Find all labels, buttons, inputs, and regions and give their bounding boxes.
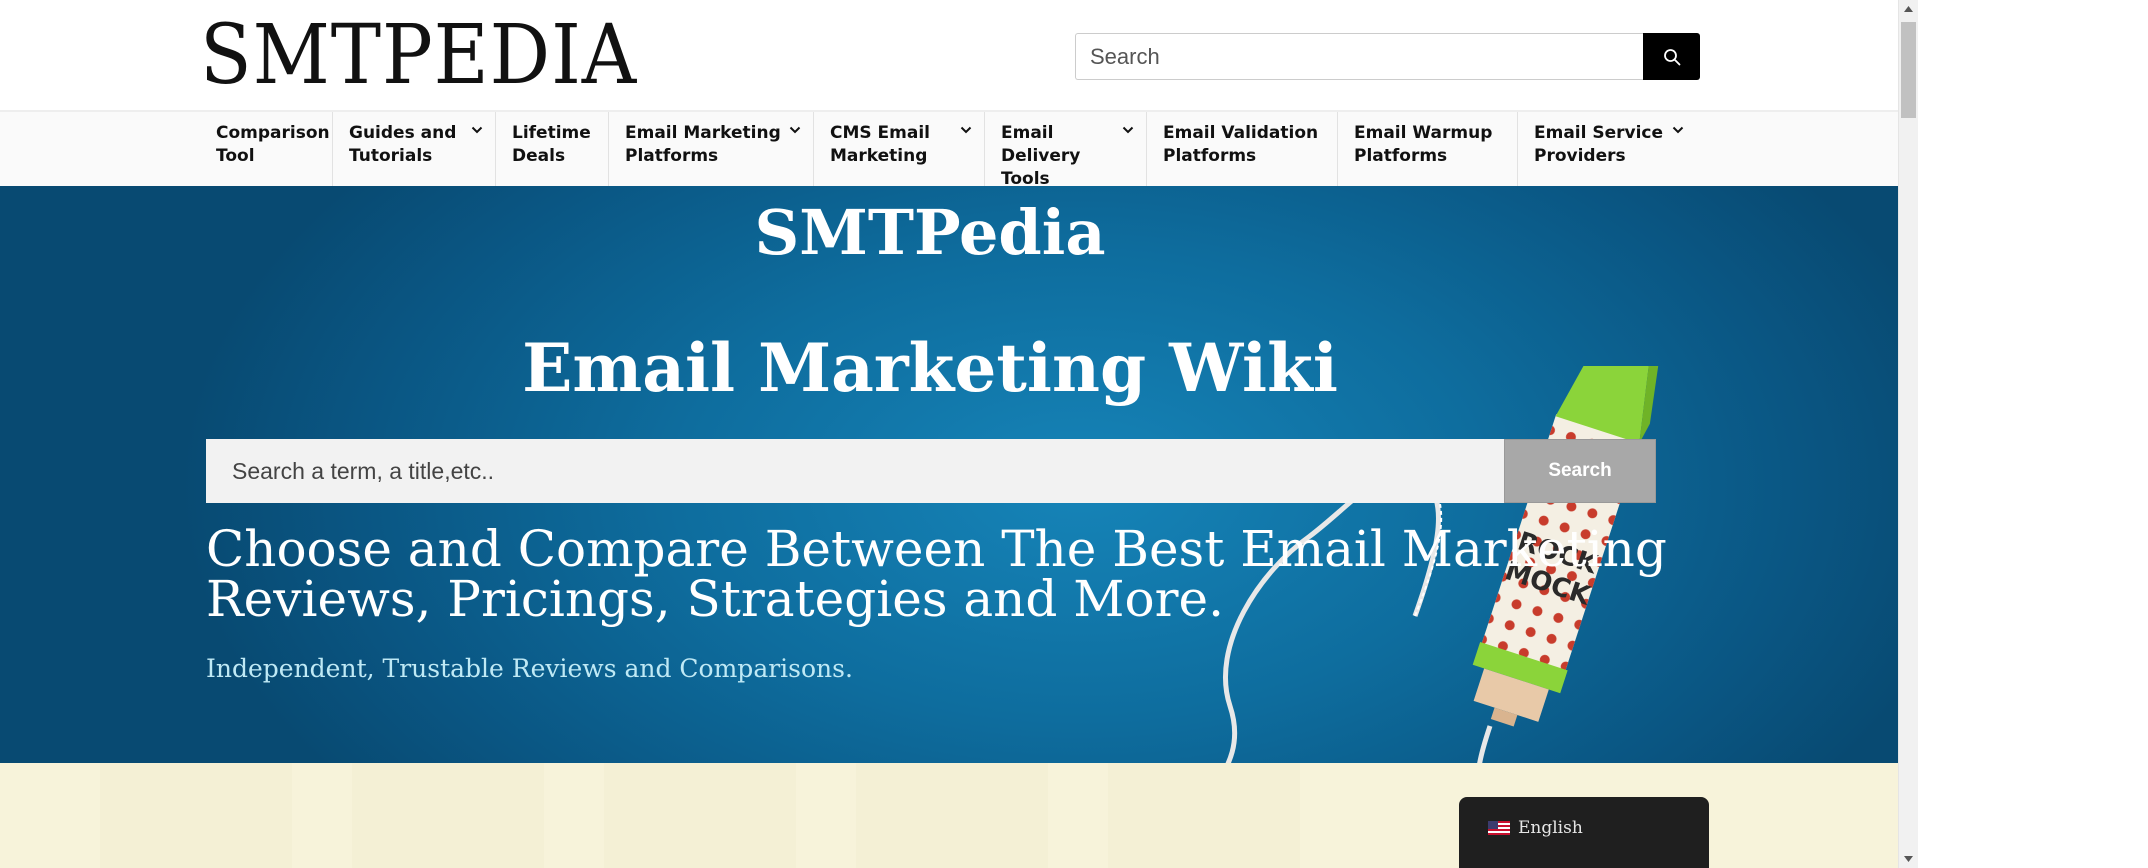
- search-icon: [1663, 48, 1680, 65]
- hero-tagline: Independent, Trustable Reviews and Compa…: [206, 654, 853, 683]
- site-logo[interactable]: SMTPEDIA: [200, 6, 637, 106]
- us-flag-icon: [1488, 821, 1510, 835]
- chevron-down-icon: [471, 126, 483, 134]
- nav-item-lifetime-deals[interactable]: Lifetime Deals: [496, 112, 609, 186]
- scroll-up-arrow[interactable]: [1899, 0, 1918, 18]
- nav-label-line2: Platforms: [1354, 146, 1448, 166]
- page-scrollbar[interactable]: [1898, 0, 1918, 868]
- chevron-down-icon: [1672, 126, 1684, 134]
- nav-label-line2: Tool: [216, 146, 255, 166]
- nav-item-email-validation-platforms[interactable]: Email Validation Platforms: [1147, 112, 1338, 186]
- hero-title: SMTPedia: [754, 196, 1106, 269]
- nav-label-line2: Providers: [1534, 146, 1626, 166]
- chevron-down-icon: [1122, 126, 1134, 134]
- nav-label-line2: Marketing: [830, 146, 928, 166]
- nav-label-line1: Email Marketing: [625, 123, 781, 143]
- language-label: English: [1518, 818, 1583, 838]
- header-search-button[interactable]: [1643, 33, 1700, 80]
- chevron-down-icon: [960, 126, 972, 134]
- nav-label-line1: Lifetime: [512, 123, 591, 143]
- hero-headline: Choose and Compare Between The Best Emai…: [206, 520, 1667, 628]
- nav-label-line1: Email Warmup: [1354, 123, 1493, 143]
- header-search: [1075, 33, 1700, 80]
- hero-search-input[interactable]: [206, 439, 1504, 503]
- header-search-input[interactable]: [1075, 33, 1643, 80]
- nav-label-line1: Comparison: [216, 123, 330, 143]
- language-switcher[interactable]: English: [1459, 797, 1709, 868]
- arrow-down-icon: [1904, 856, 1913, 862]
- nav-label-line1: Email Service: [1534, 123, 1664, 143]
- main-nav: Comparison Tool Guides and Tutorials Lif…: [0, 112, 1898, 189]
- nav-item-email-service-providers[interactable]: Email Service Providers: [1518, 112, 1696, 186]
- chevron-down-icon: [789, 126, 801, 134]
- nav-item-cms-email-marketing[interactable]: CMS Email Marketing: [814, 112, 985, 186]
- nav-item-email-delivery-tools[interactable]: Email Delivery Tools: [985, 112, 1147, 189]
- nav-label-line2: Deals: [512, 146, 566, 166]
- arrow-up-icon: [1904, 6, 1913, 12]
- hero-subtitle: Email Marketing Wiki: [522, 329, 1338, 407]
- hero-banner: ROCK MOCK SMTPedia Email Marketing Wiki …: [0, 186, 1898, 763]
- nav-label-line1: Email: [1001, 123, 1054, 143]
- nav-label-line1: CMS Email: [830, 123, 931, 143]
- nav-label-line1: Email Validation: [1163, 123, 1319, 143]
- scrollbar-thumb[interactable]: [1901, 22, 1916, 118]
- nav-label-line2: Tutorials: [349, 146, 433, 166]
- nav-label-line2: Platforms: [1163, 146, 1257, 166]
- nav-item-email-marketing-platforms[interactable]: Email Marketing Platforms: [609, 112, 814, 186]
- hero-search-button[interactable]: Search: [1504, 439, 1656, 503]
- nav-label-line2: Platforms: [625, 146, 719, 166]
- site-header: SMTPEDIA: [0, 0, 1898, 112]
- hero-search: Search: [206, 439, 1656, 503]
- scroll-down-arrow[interactable]: [1899, 850, 1918, 868]
- nav-item-email-warmup-platforms[interactable]: Email Warmup Platforms: [1338, 112, 1518, 186]
- nav-item-guides-and-tutorials[interactable]: Guides and Tutorials: [333, 112, 496, 186]
- content-placeholder: [100, 763, 1300, 868]
- nav-label-line1: Guides and: [349, 123, 457, 143]
- nav-label-line2: Delivery Tools: [1001, 146, 1081, 189]
- nav-item-comparison-tool[interactable]: Comparison Tool: [200, 112, 333, 186]
